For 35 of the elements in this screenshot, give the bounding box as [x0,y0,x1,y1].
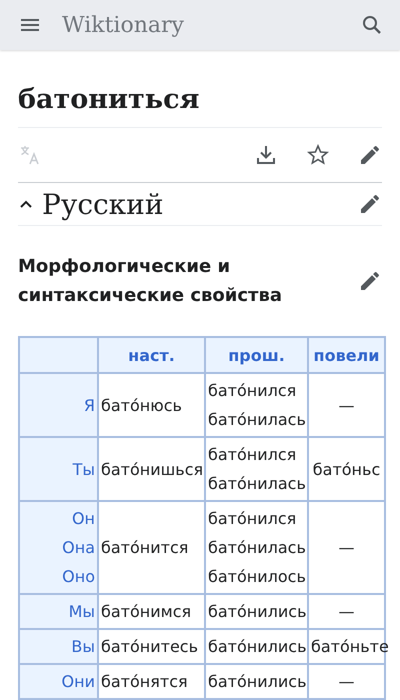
subsection-heading: Морфологические и синтаксические свойства [18,255,284,308]
past-form: бато́нилась [208,473,305,495]
past-form: бато́нился [208,508,298,530]
edit-icon[interactable] [358,192,382,216]
table-cell: — [308,594,385,629]
edit-icon[interactable] [358,269,382,293]
past-form: бато́нилась [208,409,305,431]
table-cell: — [308,501,385,594]
pronoun-link[interactable]: Он [22,504,95,533]
past-form: бато́нилась [208,537,305,559]
table-cell: — [308,373,385,437]
page-title: батониться [18,50,382,128]
past-form: бато́нились [208,601,305,623]
column-header: наст. [98,337,205,373]
pronoun-link[interactable]: Оно [22,562,95,591]
past-form: бато́нились [208,636,305,658]
table-cell: бато́ньс [308,437,385,501]
edit-icon[interactable] [358,143,382,167]
past-form: бато́нился [208,380,298,402]
table-cell: бато́нюсь [98,373,205,437]
table-cell: бато́нятся [98,664,205,699]
column-header: повели [308,337,385,373]
table-cell: бато́нитесь [98,629,205,664]
section-heading[interactable]: Русский [42,188,358,220]
download-icon[interactable] [254,143,278,167]
past-form: бато́нился [208,444,298,466]
column-header: прош. [205,337,308,373]
pronoun-link[interactable]: Она [22,533,95,562]
past-form: бато́нились [208,671,305,693]
table-cell: — [308,664,385,699]
table-cell: бато́нится [98,501,205,594]
past-form: бато́нилось [208,566,305,588]
star-icon[interactable] [306,143,330,167]
table-cell: бато́нимся [98,594,205,629]
table-cell: бато́нишься [98,437,205,501]
